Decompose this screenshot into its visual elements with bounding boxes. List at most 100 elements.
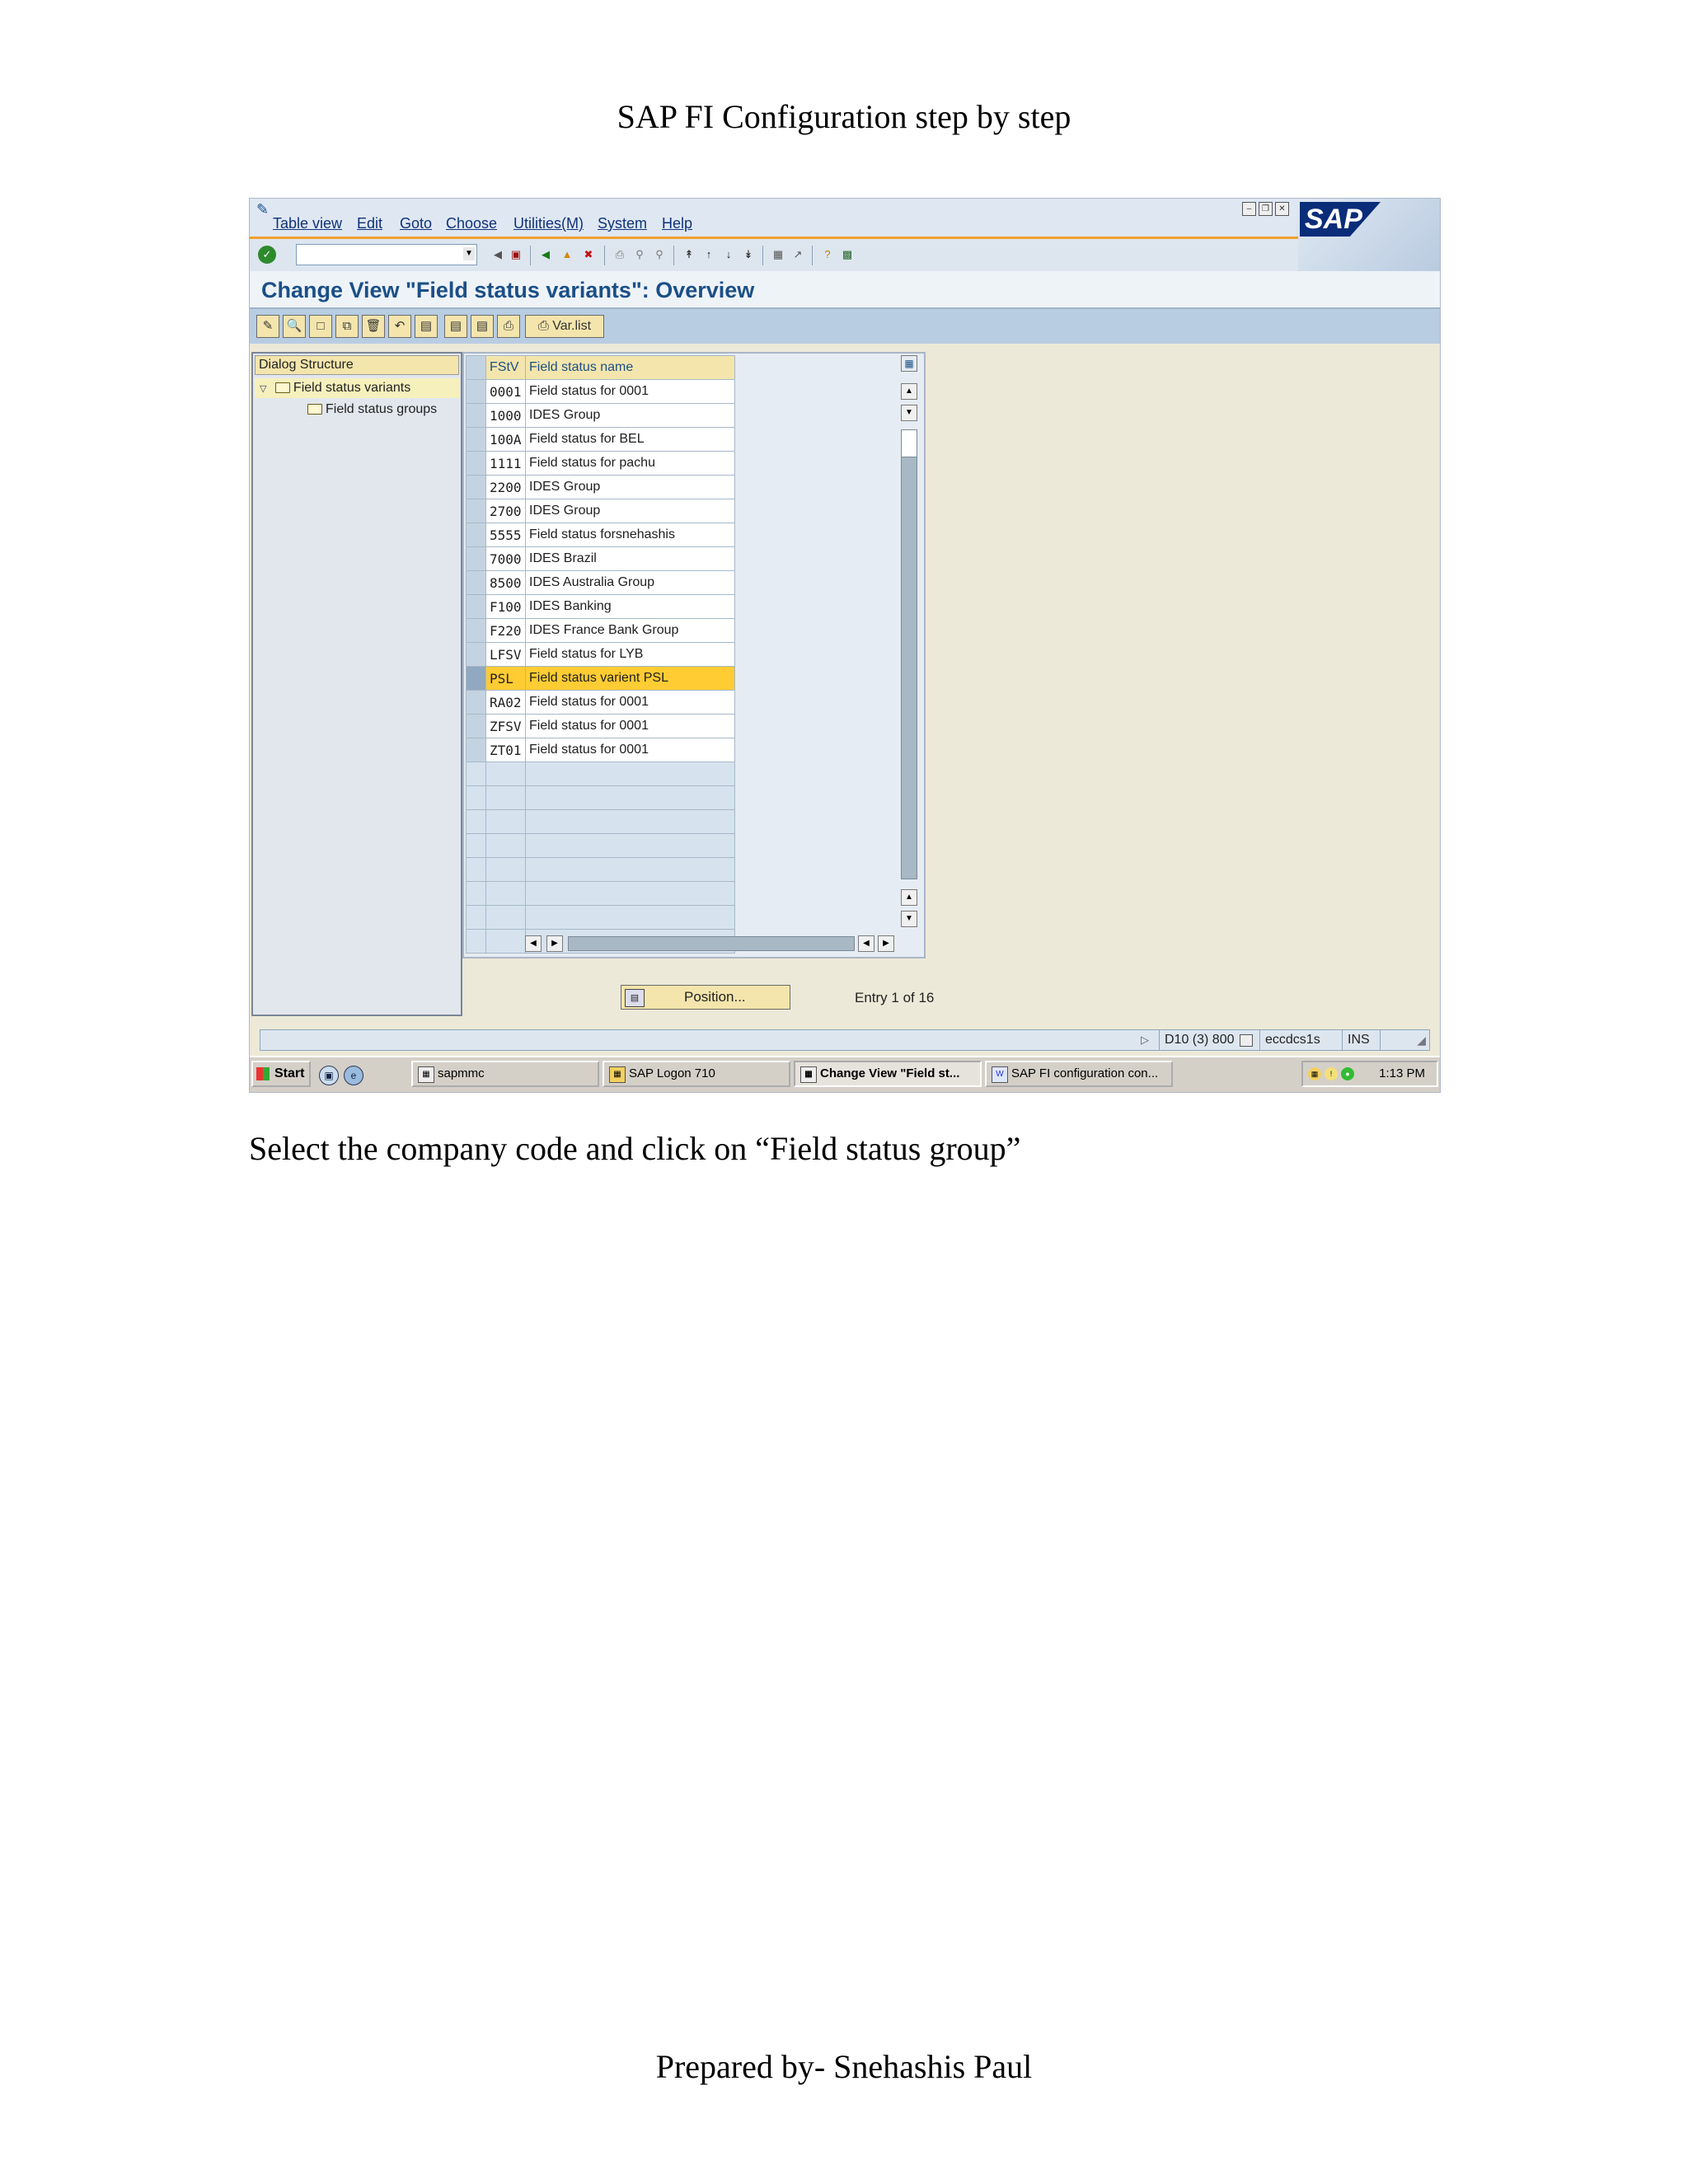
taskbar-item-sap-logon[interactable]: ▦ SAP Logon 710 xyxy=(603,1061,790,1087)
table-row[interactable]: 1111 Field status for pachu xyxy=(466,451,735,476)
enter-check-icon[interactable]: ✓ xyxy=(258,246,276,264)
taskbar-item-sapmmc[interactable]: ▦ sapmmc xyxy=(411,1061,599,1087)
field-status-name-cell[interactable]: Field status for 0001 xyxy=(525,690,735,715)
fstv-cell[interactable]: LFSV xyxy=(485,642,526,667)
table-row[interactable]: 1000 IDES Group xyxy=(466,403,735,428)
fstv-cell[interactable]: 7000 xyxy=(485,546,526,571)
quicklaunch-browser-icon[interactable]: e xyxy=(344,1066,363,1085)
field-status-name-cell[interactable]: IDES Australia Group xyxy=(525,570,735,595)
fstv-cell[interactable]: ZT01 xyxy=(485,738,526,762)
field-status-name-cell[interactable]: IDES France Bank Group xyxy=(525,618,735,643)
find-icon[interactable]: ⚲ xyxy=(631,246,649,264)
menu-goto[interactable]: Goto xyxy=(400,215,432,232)
var-list-button[interactable]: ⎙ Var.list xyxy=(525,315,604,338)
table-row[interactable]: 7000 IDES Brazil xyxy=(466,546,735,571)
row-selector[interactable] xyxy=(466,379,486,404)
row-selector[interactable] xyxy=(466,427,486,452)
fstv-cell[interactable]: 100A xyxy=(485,427,526,452)
column-header-name[interactable]: Field status name xyxy=(525,355,735,380)
row-selector[interactable] xyxy=(466,594,486,619)
scroll-down-icon[interactable]: ▼ xyxy=(901,911,917,927)
change-display-icon[interactable]: ✎ xyxy=(256,315,279,338)
exit-icon[interactable]: ▲ xyxy=(558,246,576,264)
row-selector[interactable] xyxy=(466,570,486,595)
menu-table-view[interactable]: Table view xyxy=(273,215,342,232)
help-icon[interactable]: ? xyxy=(818,246,837,264)
scroll-left-end-icon[interactable]: ◀ xyxy=(858,935,874,952)
taskbar-item-word-document[interactable]: W SAP FI configuration con... xyxy=(985,1061,1173,1087)
row-selector[interactable] xyxy=(466,618,486,643)
shortcut-icon[interactable]: ↗ xyxy=(789,246,807,264)
menu-edit[interactable]: Edit xyxy=(357,215,382,232)
back-arrow-icon[interactable]: ◀ xyxy=(489,246,507,264)
empty-table-row[interactable] xyxy=(466,809,735,834)
fstv-cell[interactable]: 5555 xyxy=(485,523,526,547)
row-selector[interactable] xyxy=(466,738,486,762)
undo-change-icon[interactable]: ↶ xyxy=(388,315,411,338)
table-row[interactable]: ZT01 Field status for 0001 xyxy=(466,738,735,762)
command-field[interactable]: ▼ xyxy=(296,244,477,265)
empty-table-row[interactable] xyxy=(466,881,735,906)
row-selector[interactable] xyxy=(466,499,486,523)
fstv-cell[interactable]: 8500 xyxy=(485,570,526,595)
field-status-name-cell[interactable]: IDES Brazil xyxy=(525,546,735,571)
field-status-name-cell[interactable]: IDES Group xyxy=(525,403,735,428)
last-page-icon[interactable]: ↡ xyxy=(739,246,757,264)
table-row[interactable]: RA02 Field status for 0001 xyxy=(466,690,735,715)
row-selector[interactable] xyxy=(466,546,486,571)
field-status-name-cell[interactable]: IDES Banking xyxy=(525,594,735,619)
menu-utilities[interactable]: Utilities(M) xyxy=(513,215,584,232)
tree-item-field-status-groups[interactable]: Field status groups xyxy=(255,400,459,419)
table-row[interactable]: F100 IDES Banking xyxy=(466,594,735,619)
column-header-fstv[interactable]: FStV xyxy=(485,355,526,380)
new-session-icon[interactable]: ▦ xyxy=(769,246,787,264)
layout-menu-icon[interactable]: ▩ xyxy=(838,246,856,264)
deselect-all-icon[interactable]: ▤ xyxy=(471,315,494,338)
vertical-scrollbar[interactable]: ▦ ▲ ▼ ▲ ▼ xyxy=(898,355,921,932)
fstv-cell[interactable]: 2700 xyxy=(485,499,526,523)
fstv-cell[interactable]: ZFSV xyxy=(485,714,526,738)
table-row[interactable]: 2200 IDES Group xyxy=(466,475,735,499)
field-status-name-cell[interactable]: Field status for BEL xyxy=(525,427,735,452)
field-status-name-cell[interactable]: IDES Group xyxy=(525,475,735,499)
first-page-icon[interactable]: ↟ xyxy=(680,246,698,264)
back-icon[interactable]: ◀ xyxy=(537,246,555,264)
taskbar-item-change-view[interactable]: ▦ Change View "Field st... xyxy=(794,1061,982,1087)
empty-table-row[interactable] xyxy=(466,905,735,930)
field-status-name-cell[interactable]: Field status for pachu xyxy=(525,451,735,476)
horizontal-scrollbar[interactable]: ◀ ▶ ◀ ▶ xyxy=(525,935,896,954)
status-expand-icon[interactable]: ▷ xyxy=(1141,1030,1149,1050)
fstv-cell[interactable]: 1111 xyxy=(485,451,526,476)
expand-triangle-icon[interactable]: ▽ xyxy=(260,384,266,394)
scroll-page-down-icon[interactable]: ▼ xyxy=(901,405,917,421)
empty-table-row[interactable] xyxy=(466,857,735,882)
scroll-right-end-icon[interactable]: ▶ xyxy=(878,935,894,952)
start-button[interactable]: Start xyxy=(251,1061,311,1087)
table-settings-icon[interactable]: ▦ xyxy=(901,355,917,372)
row-selector[interactable] xyxy=(466,451,486,476)
table-row[interactable]: ZFSV Field status for 0001 xyxy=(466,714,735,738)
close-window-icon[interactable]: ✕ xyxy=(1275,202,1289,216)
empty-table-row[interactable] xyxy=(466,785,735,810)
field-status-name-cell[interactable]: IDES Group xyxy=(525,499,735,523)
field-status-name-cell[interactable]: Field status forsnehashis xyxy=(525,523,735,547)
row-selector[interactable] xyxy=(466,403,486,428)
vertical-scroll-track[interactable] xyxy=(901,429,917,879)
select-block-icon[interactable]: ▤ xyxy=(444,315,467,338)
menu-choose[interactable]: Choose xyxy=(446,215,497,232)
field-status-name-cell[interactable]: Field status for 0001 xyxy=(525,379,735,404)
empty-table-row[interactable] xyxy=(466,762,735,786)
field-status-name-cell[interactable]: Field status for 0001 xyxy=(525,738,735,762)
menu-system[interactable]: System xyxy=(598,215,647,232)
table-row[interactable]: 100A Field status for BEL xyxy=(466,427,735,452)
row-selector[interactable] xyxy=(466,714,486,738)
find-next-icon[interactable]: ⚲ xyxy=(650,246,668,264)
select-all-cell[interactable] xyxy=(466,355,486,380)
resize-grip-icon[interactable]: ◢ xyxy=(1417,1033,1426,1047)
new-entries-icon[interactable]: □ xyxy=(309,315,332,338)
tray-sap-icon[interactable]: ▦ xyxy=(1308,1067,1321,1080)
row-selector[interactable] xyxy=(466,666,486,691)
horizontal-scroll-track[interactable] xyxy=(568,936,855,951)
save-icon[interactable]: ▣ xyxy=(507,246,525,264)
position-button[interactable]: ▤ Position... xyxy=(621,985,790,1010)
